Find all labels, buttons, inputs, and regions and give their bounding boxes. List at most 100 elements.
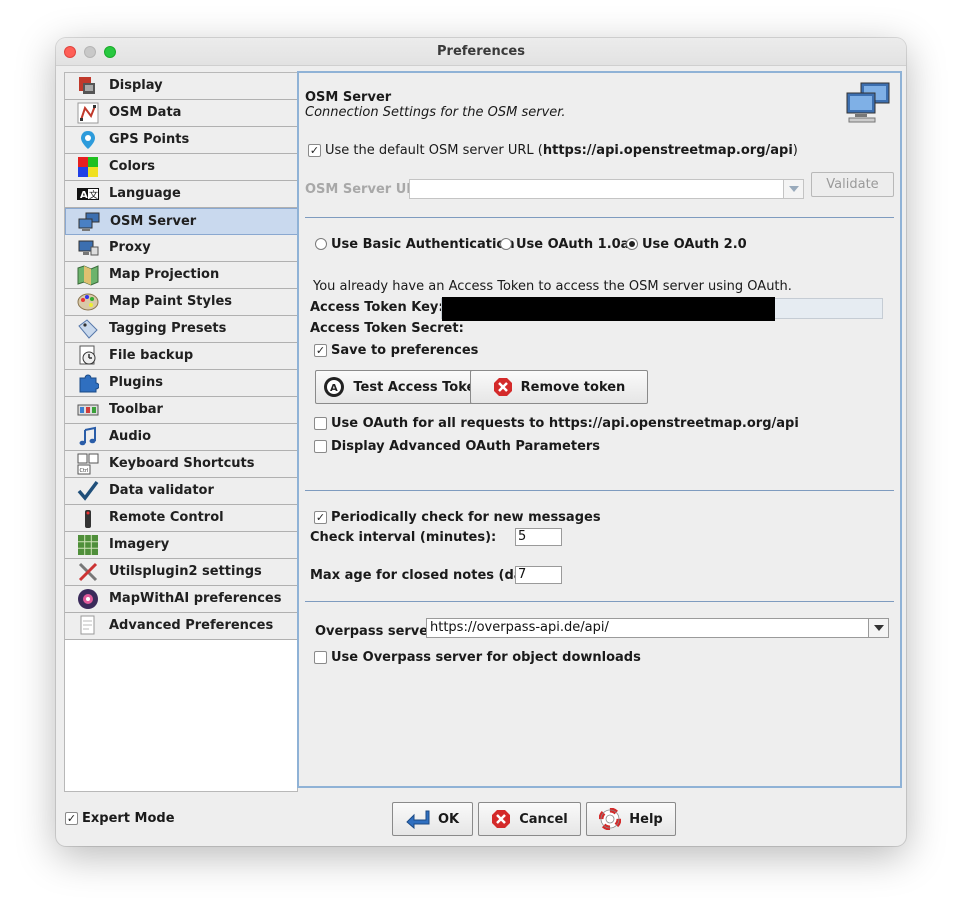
sidebar-item-mapwithai[interactable]: MapWithAI preferences bbox=[65, 586, 298, 613]
use-oauth-all-checkbox[interactable] bbox=[314, 417, 327, 430]
file-backup-icon bbox=[79, 345, 96, 365]
gps-pin-icon bbox=[81, 131, 95, 149]
sidebar-item-file-backup[interactable]: File backup bbox=[65, 343, 298, 370]
use-default-url-label[interactable]: Use the default OSM server URL (https://… bbox=[325, 143, 798, 158]
sidebar-item-keyboard-shortcuts[interactable]: Ctrl Keyboard Shortcuts bbox=[65, 451, 298, 478]
sidebar-item-label: Plugins bbox=[109, 375, 163, 390]
svg-text:Ctrl: Ctrl bbox=[80, 468, 89, 474]
cancel-button[interactable]: Cancel bbox=[478, 802, 581, 836]
oauth10a-radio[interactable] bbox=[500, 238, 512, 250]
svg-text:A: A bbox=[330, 383, 338, 394]
sidebar-item-osm-data[interactable]: OSM Data bbox=[65, 100, 298, 127]
basic-auth-label[interactable]: Use Basic Authentication bbox=[331, 237, 515, 252]
sidebar-item-proxy[interactable]: Proxy bbox=[65, 235, 298, 262]
sidebar-item-plugins[interactable]: Plugins bbox=[65, 370, 298, 397]
remote-control-icon bbox=[85, 510, 91, 528]
check-interval-input[interactable]: 5 bbox=[515, 528, 562, 546]
svg-text:A: A bbox=[80, 190, 88, 201]
test-token-label: Test Access Token bbox=[353, 379, 485, 395]
sidebar-item-data-validator[interactable]: Data validator bbox=[65, 478, 298, 505]
remove-token-button[interactable]: Remove token bbox=[470, 370, 648, 404]
sidebar-item-utilsplugin2[interactable]: Utilsplugin2 settings bbox=[65, 559, 298, 586]
sidebar-item-label: Map Projection bbox=[109, 267, 220, 282]
lifebuoy-help-icon bbox=[599, 808, 622, 830]
chevron-down-icon[interactable] bbox=[783, 180, 803, 198]
imagery-icon bbox=[78, 535, 98, 555]
advanced-oauth-checkbox[interactable] bbox=[314, 440, 327, 453]
expert-mode-checkbox[interactable]: ✓ bbox=[65, 812, 78, 825]
chevron-down-icon[interactable] bbox=[868, 619, 888, 637]
token-secret-label: Access Token Secret: bbox=[310, 321, 464, 336]
panel-header-subtitle: Connection Settings for the OSM server. bbox=[305, 105, 566, 120]
language-icon: A文 bbox=[77, 188, 99, 201]
sidebar-item-colors[interactable]: Colors bbox=[65, 154, 298, 181]
sidebar-item-audio[interactable]: Audio bbox=[65, 424, 298, 451]
periodic-check-checkbox[interactable]: ✓ bbox=[314, 511, 327, 524]
save-prefs-checkbox[interactable]: ✓ bbox=[314, 344, 327, 357]
sidebar-item-gps-points[interactable]: GPS Points bbox=[65, 127, 298, 154]
separator bbox=[305, 217, 894, 218]
help-label: Help bbox=[629, 811, 663, 827]
sidebar-item-imagery[interactable]: Imagery bbox=[65, 532, 298, 559]
keyboard-icon: Ctrl bbox=[77, 453, 99, 475]
osm-data-icon bbox=[77, 102, 99, 124]
check-interval-label: Check interval (minutes): bbox=[310, 530, 497, 545]
cancel-x-icon bbox=[492, 810, 511, 828]
ok-button[interactable]: OK bbox=[392, 802, 473, 836]
sidebar-item-label: Tagging Presets bbox=[109, 321, 227, 336]
token-info-text: You already have an Access Token to acce… bbox=[313, 279, 792, 294]
sidebar-item-display[interactable]: Display bbox=[65, 73, 298, 100]
validate-button[interactable]: Validate bbox=[811, 172, 894, 197]
remove-token-label: Remove token bbox=[520, 379, 626, 395]
basic-auth-radio[interactable] bbox=[315, 238, 327, 250]
sidebar-item-map-paint-styles[interactable]: Map Paint Styles bbox=[65, 289, 298, 316]
sidebar-item-map-projection[interactable]: Map Projection bbox=[65, 262, 298, 289]
help-button[interactable]: Help bbox=[586, 802, 676, 836]
oauth-logo-icon: A bbox=[324, 377, 345, 397]
save-prefs-label[interactable]: Save to preferences bbox=[331, 343, 478, 358]
sidebar-item-tagging-presets[interactable]: Tagging Presets bbox=[65, 316, 298, 343]
toolbar-icon bbox=[77, 404, 99, 416]
use-oauth-all-label[interactable]: Use OAuth for all requests to https://ap… bbox=[331, 416, 799, 431]
oauth20-label[interactable]: Use OAuth 2.0 bbox=[642, 237, 747, 252]
remove-x-icon bbox=[493, 378, 512, 396]
periodic-check-label[interactable]: Periodically check for new messages bbox=[331, 510, 601, 525]
oauth10a-label[interactable]: Use OAuth 1.0a bbox=[516, 237, 629, 252]
window-title: Preferences bbox=[437, 44, 525, 59]
sidebar-item-label: Data validator bbox=[109, 483, 214, 498]
panel-header-title: OSM Server bbox=[305, 90, 392, 105]
expert-mode-label[interactable]: Expert Mode bbox=[82, 811, 175, 826]
sidebar-item-osm-server[interactable]: OSM Server bbox=[65, 208, 298, 235]
max-age-input[interactable]: 7 bbox=[515, 566, 562, 584]
sidebar-item-label: Remote Control bbox=[109, 510, 224, 525]
map-projection-icon bbox=[77, 265, 99, 286]
sidebar-item-advanced-preferences[interactable]: Advanced Preferences bbox=[65, 613, 298, 640]
token-key-field[interactable] bbox=[441, 297, 883, 321]
sidebar-item-label: Keyboard Shortcuts bbox=[109, 456, 255, 471]
sidebar-item-remote-control[interactable]: Remote Control bbox=[65, 505, 298, 532]
ok-label: OK bbox=[437, 811, 460, 827]
sidebar-item-label: Colors bbox=[109, 159, 156, 174]
advanced-oauth-label[interactable]: Display Advanced OAuth Parameters bbox=[331, 439, 600, 454]
dialog-footer: ✓ Expert Mode OK Cancel Help bbox=[56, 792, 906, 846]
sidebar-item-label: Language bbox=[109, 186, 181, 201]
colors-icon bbox=[78, 157, 98, 177]
sidebar-item-toolbar[interactable]: Toolbar bbox=[65, 397, 298, 424]
token-key-label: Access Token Key: bbox=[310, 300, 444, 315]
preferences-sidebar: Display OSM Data GPS Points Colors A文 La… bbox=[64, 72, 298, 792]
server-url-combobox[interactable] bbox=[409, 179, 804, 199]
overpass-downloads-checkbox[interactable] bbox=[314, 651, 327, 664]
test-access-token-button[interactable]: A Test Access Token bbox=[315, 370, 493, 404]
utilsplugin-icon bbox=[78, 562, 98, 582]
oauth20-radio[interactable] bbox=[626, 238, 638, 250]
preferences-window: Preferences Display OSM Data GPS Points … bbox=[56, 38, 906, 846]
title-bar[interactable]: Preferences bbox=[56, 38, 906, 66]
overpass-downloads-label[interactable]: Use Overpass server for object downloads bbox=[331, 650, 641, 665]
overpass-server-combobox[interactable]: https://overpass-api.de/api/ bbox=[426, 618, 889, 638]
mapwithai-icon bbox=[78, 589, 98, 609]
sidebar-item-language[interactable]: A文 Language bbox=[65, 181, 298, 208]
sidebar-item-label: Map Paint Styles bbox=[109, 294, 233, 309]
sidebar-item-label: Utilsplugin2 settings bbox=[109, 564, 262, 579]
separator bbox=[305, 601, 894, 602]
use-default-url-checkbox[interactable]: ✓ bbox=[308, 144, 321, 157]
